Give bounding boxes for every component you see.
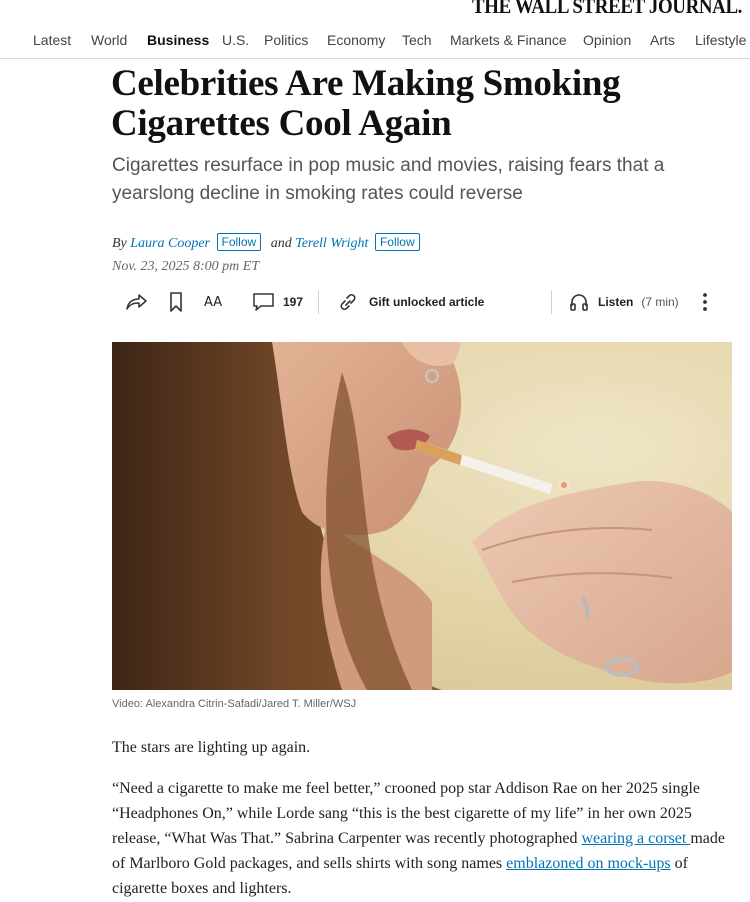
nav-item-business[interactable]: Business <box>147 32 209 48</box>
more-options-button[interactable] <box>700 286 710 318</box>
link-icon <box>340 294 356 310</box>
article-dek: Cigarettes resurface in pop music and mo… <box>112 155 665 204</box>
byline: By Laura Cooper Follow and Terell Wright… <box>112 233 426 252</box>
text-size-icon: AA <box>204 294 223 310</box>
comments-count: 197 <box>283 295 304 309</box>
nav-item-opinion[interactable]: Opinion <box>583 32 631 48</box>
nav-item-world[interactable]: World <box>91 32 127 48</box>
follow-button-author1[interactable]: Follow <box>216 233 262 251</box>
listen-label: Listen <box>598 295 634 309</box>
comments-button[interactable]: 197 <box>252 286 303 318</box>
listen-duration: (7 min) <box>641 295 679 309</box>
listen-button[interactable]: Listen (7 min) <box>568 286 679 318</box>
share-icon <box>126 294 147 310</box>
nav-item-arts[interactable]: Arts <box>650 32 675 48</box>
article-paragraph-2: “Need a cigarette to make me feel better… <box>112 776 727 901</box>
gift-article-button[interactable]: Gift unlocked article <box>336 286 484 318</box>
byline-and: and <box>270 236 292 251</box>
gift-article-label: Gift unlocked article <box>369 295 485 309</box>
nav-item-us[interactable]: U.S. <box>222 32 249 48</box>
wsj-logo[interactable]: THE WALL STREET JOURNAL. <box>472 0 742 19</box>
video-still-image <box>112 342 732 690</box>
section-nav: Latest World Business U.S. Politics Econ… <box>0 32 750 48</box>
link-emblazoned-on-mock-ups[interactable]: emblazoned on mock-ups <box>506 855 670 872</box>
link-wearing-a-corset[interactable]: wearing a corset <box>581 830 690 847</box>
nav-item-latest[interactable]: Latest <box>33 32 71 48</box>
author-link-laura-cooper[interactable]: Laura Cooper <box>130 236 210 251</box>
media-caption: Video: Alexandra Citrin-Safadi/Jared T. … <box>112 698 357 710</box>
headphones-icon <box>570 294 588 311</box>
more-vertical-icon <box>703 293 707 311</box>
bookmark-button[interactable] <box>168 286 184 318</box>
publish-date: Nov. 23, 2025 8:00 pm ET <box>112 259 260 274</box>
byline-by: By <box>112 236 127 251</box>
nav-item-tech[interactable]: Tech <box>402 32 432 48</box>
text-size-button[interactable]: AA <box>204 286 222 318</box>
bookmark-icon <box>170 292 182 312</box>
article-headline: Celebrities Are Making Smoking Cigarette… <box>111 63 621 144</box>
nav-item-lifestyle[interactable]: Lifestyle <box>695 32 746 48</box>
nav-divider <box>0 58 750 59</box>
author-link-terell-wright[interactable]: Terell Wright <box>295 236 368 251</box>
nav-item-markets-finance[interactable]: Markets & Finance <box>450 32 567 48</box>
nav-item-economy[interactable]: Economy <box>327 32 385 48</box>
article-video[interactable] <box>112 342 732 690</box>
comment-icon <box>253 293 274 311</box>
toolbar-divider <box>318 290 319 314</box>
nav-item-politics[interactable]: Politics <box>264 32 308 48</box>
article-toolbar: AA 197 Gift unlocked article Listen (7 m… <box>112 286 722 318</box>
article-paragraph-1: The stars are lighting up again. <box>112 739 311 756</box>
follow-button-author2[interactable]: Follow <box>374 233 420 251</box>
toolbar-divider-2 <box>551 290 552 314</box>
share-button[interactable] <box>124 286 148 318</box>
